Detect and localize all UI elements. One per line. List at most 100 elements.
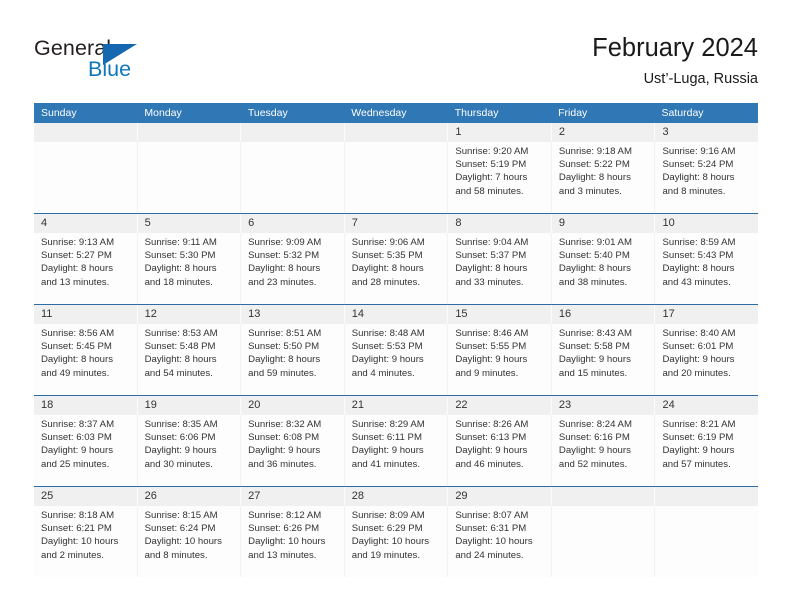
day-number-11[interactable]: 11	[34, 305, 138, 324]
day-cell-empty	[552, 506, 656, 577]
day-info-line: Sunrise: 8:46 AM	[455, 328, 529, 339]
day-number-18[interactable]: 18	[34, 396, 138, 415]
day-info-line: Sunset: 5:37 PM	[455, 250, 527, 262]
day-number-3[interactable]: 3	[655, 123, 758, 142]
day-info-line: Sunset: 6:08 PM	[248, 432, 320, 444]
day-info-line: Daylight: 9 hours	[248, 445, 321, 457]
day-cell-12[interactable]: Sunrise: 8:53 AM Sunset: 5:48 PM Daylight:…	[138, 324, 242, 395]
day-info-line: and 49 minutes.	[41, 367, 110, 379]
day-cell-24[interactable]: Sunrise: 8:21 AM Sunset: 6:19 PM Daylight:…	[655, 415, 758, 486]
day-info-line: Sunrise: 8:59 AM	[662, 237, 736, 248]
day-number-14[interactable]: 14	[345, 305, 449, 324]
day-cell-2[interactable]: Sunrise: 9:18 AM Sunset: 5:22 PM Daylight:…	[552, 142, 656, 213]
day-info-line: Sunset: 5:50 PM	[248, 341, 320, 353]
day-cell-10[interactable]: Sunrise: 8:59 AM Sunset: 5:43 PM Daylight:…	[655, 233, 758, 304]
day-info-line: and 13 minutes.	[41, 276, 110, 288]
day-info-line: and 4 minutes.	[351, 367, 415, 379]
day-info-line: and 23 minutes.	[248, 276, 317, 288]
day-cell-14[interactable]: Sunrise: 8:48 AM Sunset: 5:53 PM Daylight:…	[345, 324, 449, 395]
calendar-page: General Blue February 2024 Ust’-Luga, Ru…	[0, 0, 792, 612]
day-info-line: Sunrise: 8:37 AM	[41, 419, 115, 430]
day-number-4[interactable]: 4	[34, 214, 138, 233]
day-number-23[interactable]: 23	[552, 396, 656, 415]
day-cell-26[interactable]: Sunrise: 8:15 AM Sunset: 6:24 PM Daylight:…	[138, 506, 242, 577]
day-info-line: Sunrise: 8:32 AM	[248, 419, 322, 430]
day-cell-19[interactable]: Sunrise: 8:35 AM Sunset: 6:06 PM Daylight:…	[138, 415, 242, 486]
day-info-line: and 24 minutes.	[455, 549, 524, 561]
day-cell-21[interactable]: Sunrise: 8:29 AM Sunset: 6:11 PM Daylight:…	[345, 415, 449, 486]
day-cell-6[interactable]: Sunrise: 9:09 AM Sunset: 5:32 PM Daylight:…	[241, 233, 345, 304]
day-cell-4[interactable]: Sunrise: 9:13 AM Sunset: 5:27 PM Daylight:…	[34, 233, 138, 304]
day-info-line: Daylight: 9 hours	[455, 354, 528, 366]
day-info-line: and 33 minutes.	[455, 276, 524, 288]
day-number-19[interactable]: 19	[138, 396, 242, 415]
day-cell-9[interactable]: Sunrise: 9:01 AM Sunset: 5:40 PM Daylight:…	[552, 233, 656, 304]
day-info-line: Daylight: 8 hours	[248, 354, 321, 366]
week-detail-band: Sunrise: 9:13 AM Sunset: 5:27 PM Daylight:…	[34, 233, 758, 304]
day-info-line: Daylight: 8 hours	[41, 263, 113, 275]
weekday-header-wednesday: Wednesday	[351, 107, 407, 119]
day-cell-1[interactable]: Sunrise: 9:20 AM Sunset: 5:19 PM Daylight:…	[448, 142, 552, 213]
brand-logo[interactable]: General Blue	[34, 36, 214, 88]
day-cell-29[interactable]: Sunrise: 8:07 AM Sunset: 6:31 PM Daylight:…	[448, 506, 552, 577]
day-info-line: Sunset: 5:53 PM	[351, 341, 423, 353]
day-info-line: Daylight: 9 hours	[455, 445, 528, 457]
day-number-6[interactable]: 6	[241, 214, 345, 233]
day-number-20[interactable]: 20	[241, 396, 345, 415]
day-number-26[interactable]: 26	[138, 487, 242, 506]
day-info-line: Sunset: 5:58 PM	[558, 341, 630, 353]
day-number-10[interactable]: 10	[655, 214, 758, 233]
day-number-17[interactable]: 17	[655, 305, 758, 324]
day-number-29[interactable]: 29	[448, 487, 552, 506]
day-cell-18[interactable]: Sunrise: 8:37 AM Sunset: 6:03 PM Daylight:…	[34, 415, 138, 486]
day-cell-28[interactable]: Sunrise: 8:09 AM Sunset: 6:29 PM Daylight:…	[345, 506, 449, 577]
day-info-line: Sunset: 5:22 PM	[558, 159, 630, 171]
day-info-line: Sunrise: 9:04 AM	[455, 237, 529, 248]
day-cell-15[interactable]: Sunrise: 8:46 AM Sunset: 5:55 PM Daylight:…	[448, 324, 552, 395]
day-cell-22[interactable]: Sunrise: 8:26 AM Sunset: 6:13 PM Daylight:…	[448, 415, 552, 486]
day-number-5[interactable]: 5	[138, 214, 242, 233]
day-cell-17[interactable]: Sunrise: 8:40 AM Sunset: 6:01 PM Daylight:…	[655, 324, 758, 395]
day-info-line: Sunrise: 8:35 AM	[144, 419, 218, 430]
day-cell-13[interactable]: Sunrise: 8:51 AM Sunset: 5:50 PM Daylight:…	[241, 324, 345, 395]
week-date-band: 123	[34, 123, 758, 142]
day-info-line: Sunset: 6:11 PM	[351, 432, 422, 444]
day-number-13[interactable]: 13	[241, 305, 345, 324]
day-cell-20[interactable]: Sunrise: 8:32 AM Sunset: 6:08 PM Daylight:…	[241, 415, 345, 486]
day-cell-11[interactable]: Sunrise: 8:56 AM Sunset: 5:45 PM Daylight:…	[34, 324, 138, 395]
week-date-band: 11 12 13 14 15 16 17	[34, 305, 758, 324]
day-info-line: Daylight: 10 hours	[41, 536, 119, 548]
day-info-line: Daylight: 10 hours	[351, 536, 430, 548]
day-cell-25[interactable]: Sunrise: 8:18 AM Sunset: 6:21 PM Daylight:…	[34, 506, 138, 577]
day-cell-3[interactable]: Sunrise: 9:16 AM Sunset: 5:24 PM Daylight:…	[655, 142, 758, 213]
day-cell-7[interactable]: Sunrise: 9:06 AM Sunset: 5:35 PM Daylight:…	[345, 233, 449, 304]
day-number-27[interactable]: 27	[241, 487, 345, 506]
day-number-2[interactable]: 2	[552, 123, 656, 142]
day-cell-27[interactable]: Sunrise: 8:12 AM Sunset: 6:26 PM Daylight:…	[241, 506, 345, 577]
day-number-25[interactable]: 25	[34, 487, 138, 506]
day-number-24[interactable]: 24	[655, 396, 758, 415]
day-cell-5[interactable]: Sunrise: 9:11 AM Sunset: 5:30 PM Daylight:…	[138, 233, 242, 304]
day-number-22[interactable]: 22	[448, 396, 552, 415]
day-number-28[interactable]: 28	[345, 487, 449, 506]
page-title: February 2024	[592, 34, 758, 62]
day-info-line: and 30 minutes.	[144, 458, 213, 470]
day-number-9[interactable]: 9	[552, 214, 656, 233]
day-info-line: and 2 minutes.	[41, 549, 104, 561]
day-number-8[interactable]: 8	[448, 214, 552, 233]
day-cell-8[interactable]: Sunrise: 9:04 AM Sunset: 5:37 PM Daylight:…	[448, 233, 552, 304]
day-info-line: Sunset: 6:16 PM	[558, 432, 630, 444]
day-number-7[interactable]: 7	[345, 214, 449, 233]
day-info-line: Daylight: 9 hours	[41, 445, 113, 457]
day-number-15[interactable]: 15	[448, 305, 552, 324]
day-cell-23[interactable]: Sunrise: 8:24 AM Sunset: 6:16 PM Daylight:…	[552, 415, 656, 486]
day-info-line: Sunrise: 8:26 AM	[455, 419, 529, 430]
day-cell-16[interactable]: Sunrise: 8:43 AM Sunset: 5:58 PM Daylight:…	[552, 324, 656, 395]
day-info-line: Sunset: 5:32 PM	[248, 250, 320, 262]
day-info-line: Sunrise: 9:09 AM	[248, 237, 322, 248]
day-number-21[interactable]: 21	[345, 396, 449, 415]
day-info-line: and 54 minutes.	[144, 367, 213, 379]
day-number-1[interactable]: 1	[448, 123, 552, 142]
day-number-12[interactable]: 12	[138, 305, 242, 324]
day-number-16[interactable]: 16	[552, 305, 656, 324]
